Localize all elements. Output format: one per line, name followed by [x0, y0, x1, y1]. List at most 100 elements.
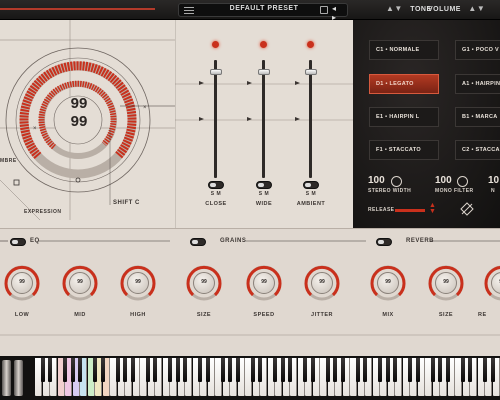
black-key[interactable] — [205, 358, 210, 382]
stereo-width-knob-icon[interactable] — [391, 176, 402, 187]
extra-label: N — [491, 188, 496, 194]
stereo-mono-toggle[interactable] — [208, 181, 224, 189]
black-key[interactable] — [183, 358, 187, 382]
preset-selector[interactable]: DEFAULT PRESET ◂ ▸ — [178, 3, 348, 22]
fader-label: WIDE — [255, 201, 273, 207]
black-key[interactable] — [100, 358, 105, 382]
black-key[interactable] — [153, 358, 157, 382]
fader-handle[interactable] — [258, 69, 270, 76]
black-key[interactable] — [355, 358, 360, 382]
black-key[interactable] — [130, 358, 135, 382]
black-key[interactable] — [235, 358, 240, 382]
fader-track[interactable] — [309, 60, 312, 178]
black-key[interactable] — [70, 358, 75, 382]
fader-led-icon[interactable] — [307, 41, 314, 48]
black-key[interactable] — [460, 358, 465, 382]
black-key[interactable] — [78, 358, 82, 382]
volume-arrows-icon[interactable]: ▲▼ — [468, 4, 485, 13]
black-key[interactable] — [115, 358, 120, 382]
release-arrows-icon[interactable]: ▲ ▼ — [429, 202, 436, 215]
mono-filter-knob-icon[interactable] — [457, 176, 468, 187]
articulation-button[interactable]: C1 • NORMALE — [369, 40, 439, 60]
black-key[interactable] — [385, 358, 390, 382]
speed-knob[interactable]: 99 — [246, 265, 282, 301]
low-knob[interactable]: 99 — [4, 265, 40, 301]
black-key[interactable] — [415, 358, 420, 382]
black-key[interactable] — [363, 358, 367, 382]
black-key[interactable] — [288, 358, 292, 382]
shift-label[interactable]: SHIFT C — [113, 200, 140, 206]
stereo-mono-toggle[interactable] — [256, 181, 272, 189]
black-key[interactable] — [280, 358, 285, 382]
stereo-mono-toggle[interactable] — [303, 181, 319, 189]
toggle-label: S M — [305, 191, 317, 197]
black-key[interactable] — [430, 358, 435, 382]
grain-size-knob[interactable]: 99 — [186, 265, 222, 301]
articulation-button[interactable]: B1 • MARCA — [455, 107, 500, 127]
black-key[interactable] — [273, 358, 277, 382]
phase-invert-icon[interactable] — [459, 202, 475, 216]
save-icon[interactable] — [320, 6, 328, 14]
tone-arrows-icon[interactable]: ▲▼ — [386, 4, 403, 13]
black-key[interactable] — [445, 358, 450, 382]
black-key[interactable] — [198, 358, 202, 382]
black-key[interactable] — [490, 358, 495, 382]
knob-label: LOW — [14, 312, 30, 318]
black-key[interactable] — [333, 358, 337, 382]
black-key[interactable] — [175, 358, 180, 382]
black-key[interactable] — [483, 358, 487, 382]
black-key[interactable] — [258, 358, 262, 382]
mod-wheel[interactable] — [14, 360, 23, 396]
black-key[interactable] — [303, 358, 307, 382]
articulation-button[interactable]: F1 • STACCATO — [369, 140, 439, 160]
articulation-button[interactable]: G1 • POCO V — [455, 40, 500, 60]
high-knob[interactable]: 99 — [120, 265, 156, 301]
extra-value: 10 — [488, 175, 500, 186]
fader-handle[interactable] — [305, 69, 317, 76]
fader-handle[interactable] — [210, 69, 222, 76]
black-key[interactable] — [40, 358, 45, 382]
top-accent-line — [0, 8, 155, 10]
black-key[interactable] — [228, 358, 232, 382]
piano-keyboard[interactable] — [0, 356, 500, 400]
articulation-button[interactable]: E1 • HAIRPIN L — [369, 107, 439, 127]
black-key[interactable] — [325, 358, 330, 382]
jitter-knob[interactable]: 99 — [304, 265, 340, 301]
menu-icon[interactable] — [184, 7, 194, 14]
black-key[interactable] — [438, 358, 442, 382]
mix-knob[interactable]: 99 — [370, 265, 406, 301]
fader-led-icon[interactable] — [212, 41, 219, 48]
instrument-window: DEFAULT PRESET ◂ ▸ ▲▼ TONE VOLUME ▲▼ × ×… — [0, 0, 500, 400]
reverb-size-knob[interactable]: 99 — [428, 265, 464, 301]
black-key[interactable] — [393, 358, 397, 382]
volume-control[interactable]: VOLUME ▲▼ — [428, 4, 485, 13]
mid-knob[interactable]: 99 — [62, 265, 98, 301]
reverb-extra-knob[interactable]: 99 — [484, 265, 500, 301]
black-key[interactable] — [63, 358, 67, 382]
black-key[interactable] — [93, 358, 97, 382]
preset-name[interactable]: DEFAULT PRESET — [209, 5, 319, 12]
black-key[interactable] — [123, 358, 127, 382]
black-key[interactable] — [378, 358, 382, 382]
black-key[interactable] — [408, 358, 412, 382]
black-key[interactable] — [468, 358, 472, 382]
black-key[interactable] — [168, 358, 172, 382]
knob-value: 99 — [484, 279, 500, 285]
black-key[interactable] — [145, 358, 150, 382]
fader-track[interactable] — [214, 60, 217, 178]
black-key[interactable] — [48, 358, 52, 382]
black-key[interactable] — [340, 358, 345, 382]
knob-label: SPEED — [253, 312, 275, 318]
black-key[interactable] — [250, 358, 255, 382]
black-key[interactable] — [220, 358, 225, 382]
pitch-wheel[interactable] — [2, 360, 11, 396]
tone-control[interactable]: ▲▼ TONE — [386, 4, 432, 13]
release-bar[interactable] — [395, 209, 425, 212]
articulation-button[interactable]: A1 • HAIRPIN — [455, 74, 500, 94]
knob-label: HIGH — [130, 312, 146, 318]
fader-led-icon[interactable] — [260, 41, 267, 48]
black-key[interactable] — [310, 358, 315, 382]
fader-track[interactable] — [262, 60, 265, 178]
articulation-button[interactable]: C2 • STACCA — [455, 140, 500, 160]
articulation-button-active[interactable]: D1 • LEGATO — [369, 74, 439, 94]
